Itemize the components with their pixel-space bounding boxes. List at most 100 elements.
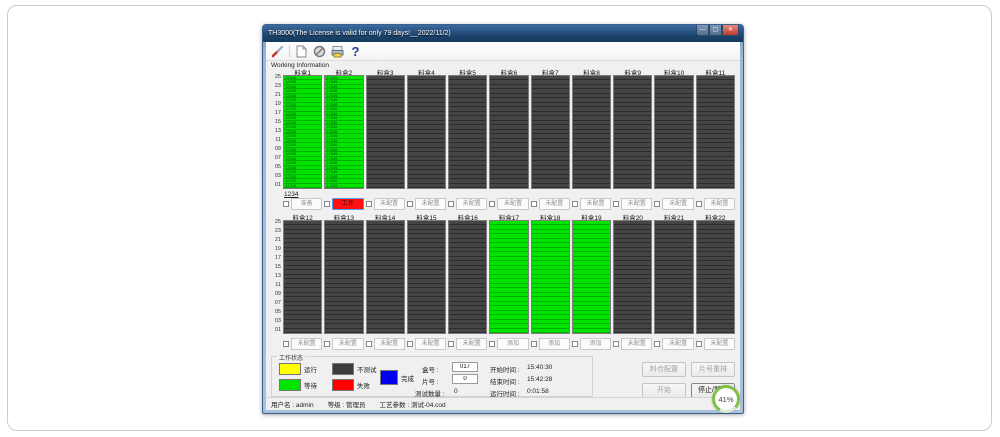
- cassette-checkbox[interactable]: [407, 201, 413, 207]
- cassette-checkbox[interactable]: [613, 341, 619, 347]
- cassette-checkbox[interactable]: [489, 201, 495, 207]
- start-button[interactable]: 开始: [642, 383, 686, 398]
- cassette-state-button[interactable]: 工作: [332, 198, 363, 210]
- cassette-row-text: 12345: [326, 130, 337, 134]
- cassette-state-button[interactable]: 未配置: [291, 338, 322, 350]
- help-icon[interactable]: ?: [349, 45, 362, 58]
- cassette-checkbox[interactable]: [448, 201, 454, 207]
- close-button[interactable]: ✕: [722, 25, 739, 36]
- cassette-button-cell: 未配置: [407, 338, 446, 350]
- cassette-row: 12345: [325, 184, 362, 188]
- cassette-grid-top: 1234512345123451234512345123451234512345…: [283, 75, 735, 189]
- cassette-row: [325, 329, 362, 333]
- cassette-button-cell: 未配置: [489, 198, 528, 210]
- cassette-column: [448, 75, 487, 189]
- cassette-row: [614, 184, 651, 188]
- cassette-checkbox[interactable]: [324, 341, 330, 347]
- cassette-row-text: 12345: [326, 121, 337, 125]
- row-label: 07: [268, 156, 281, 162]
- cassette-row: [408, 184, 445, 188]
- cassette-row: [367, 184, 404, 188]
- cassette-checkbox[interactable]: [283, 341, 289, 347]
- cassette-checkbox[interactable]: [572, 341, 578, 347]
- cassette-state-button[interactable]: 未配置: [456, 338, 487, 350]
- cassette-row: [697, 184, 734, 188]
- minimize-button[interactable]: —: [696, 25, 709, 36]
- cassette-state-button[interactable]: 未配置: [704, 198, 735, 210]
- cassette-row-text: 12345: [326, 85, 337, 89]
- slice-number-input[interactable]: [452, 374, 478, 384]
- cassette-state-button[interactable]: 未配置: [497, 198, 528, 210]
- work-status-title: 工作状态: [277, 353, 305, 362]
- renumber-button[interactable]: 片号重排: [691, 362, 735, 377]
- capture-progress-value: 41%: [715, 388, 737, 410]
- cassette-checkbox[interactable]: [531, 201, 537, 207]
- cassette-button-cell: 准备: [283, 198, 322, 210]
- cassette-checkbox[interactable]: [489, 341, 495, 347]
- cassette-state-button[interactable]: 未配置: [415, 198, 446, 210]
- maximize-button[interactable]: ▢: [709, 25, 722, 36]
- cassette-checkbox[interactable]: [696, 201, 702, 207]
- bin-config-button[interactable]: 料仓配置: [642, 362, 686, 377]
- cassette-checkbox[interactable]: [366, 201, 372, 207]
- config-tool-icon[interactable]: [271, 45, 284, 58]
- cassette-grid-bottom: [283, 220, 735, 334]
- legend-item: 等待: [279, 379, 317, 391]
- cassette-button-cell: 未配置: [572, 198, 611, 210]
- box-number-input[interactable]: [452, 362, 478, 372]
- cassette-state-button[interactable]: 未配置: [374, 198, 405, 210]
- row-labels-bottom: 25232119171513110907050301: [268, 220, 281, 334]
- cassette-checkbox[interactable]: [654, 341, 660, 347]
- row-label: 13: [268, 129, 281, 135]
- cassette-state-button[interactable]: 未配置: [621, 338, 652, 350]
- row-label: 25: [268, 220, 281, 226]
- cassette-state-button[interactable]: 未配置: [704, 338, 735, 350]
- cassette-button-cell: 添加: [489, 338, 528, 350]
- cassette-state-button[interactable]: 添加: [539, 338, 570, 350]
- new-document-icon[interactable]: [295, 45, 308, 58]
- cassette-checkbox[interactable]: [366, 341, 372, 347]
- cassette-state-button[interactable]: 添加: [497, 338, 528, 350]
- cassette-footnote-link[interactable]: 1234: [284, 191, 298, 198]
- cassette-state-button[interactable]: 未配置: [456, 198, 487, 210]
- cassette-row: [573, 329, 610, 333]
- row-label: 03: [268, 174, 281, 180]
- cassette-checkbox[interactable]: [572, 201, 578, 207]
- cassette-state-button[interactable]: 添加: [580, 338, 611, 350]
- cassette-row-text: 12345: [326, 116, 337, 120]
- cassette-state-button[interactable]: 未配置: [662, 338, 693, 350]
- titlebar[interactable]: TH3000(The License is valid for only 79 …: [263, 25, 743, 42]
- row-label: 23: [268, 84, 281, 90]
- row-label: 17: [268, 111, 281, 117]
- eraser-icon[interactable]: [313, 45, 326, 58]
- cassette-checkbox[interactable]: [531, 341, 537, 347]
- cassette-button-cell: 未配置: [448, 198, 487, 210]
- cassette-state-button[interactable]: 准备: [291, 198, 322, 210]
- cassette-state-button[interactable]: 未配置: [539, 198, 570, 210]
- cassette-column: [324, 220, 363, 334]
- cassette-state-button[interactable]: 未配置: [415, 338, 446, 350]
- cassette-row-text: 12345: [285, 179, 296, 183]
- window-controls: — ▢ ✕: [696, 25, 739, 36]
- cassette-row: [697, 329, 734, 333]
- cassette-row-text: 12345: [326, 76, 337, 80]
- cassette-state-button[interactable]: 未配置: [621, 198, 652, 210]
- printer-icon[interactable]: [331, 45, 344, 58]
- cassette-checkbox[interactable]: [654, 201, 660, 207]
- cassette-checkbox[interactable]: [283, 201, 289, 207]
- cassette-row-text: 12345: [326, 175, 337, 179]
- app-window: TH3000(The License is valid for only 79 …: [262, 24, 744, 414]
- row-label: 03: [268, 319, 281, 325]
- cassette-state-button[interactable]: 未配置: [580, 198, 611, 210]
- cassette-checkbox[interactable]: [696, 341, 702, 347]
- cassette-row-text: 12345: [285, 121, 296, 125]
- row-label: 11: [268, 283, 281, 289]
- cassette-state-button[interactable]: 未配置: [662, 198, 693, 210]
- cassette-state-button[interactable]: 未配置: [374, 338, 405, 350]
- cassette-state-button[interactable]: 未配置: [332, 338, 363, 350]
- cassette-checkbox[interactable]: [448, 341, 454, 347]
- cassette-checkbox[interactable]: [407, 341, 413, 347]
- cassette-checkbox[interactable]: [324, 201, 330, 207]
- cassette-checkbox[interactable]: [613, 201, 619, 207]
- run-time-value: 0:01:58: [527, 388, 549, 395]
